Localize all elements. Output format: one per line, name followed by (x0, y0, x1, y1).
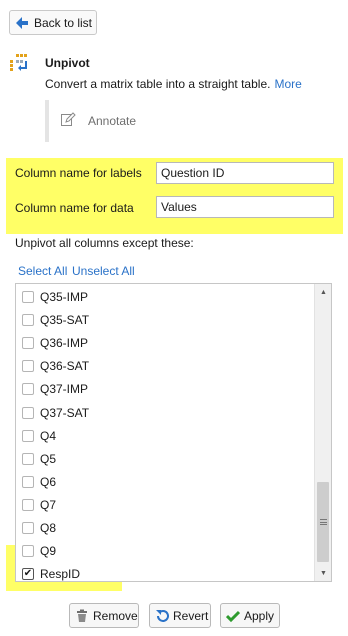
list-item[interactable]: Q37-SAT (22, 403, 89, 423)
checkbox[interactable] (22, 429, 34, 442)
column-name: RespID (40, 567, 81, 582)
list-item[interactable]: Q35-IMP (22, 287, 88, 307)
list-item[interactable]: Q35-SAT (22, 310, 89, 330)
checkbox[interactable]: ✔ (22, 568, 34, 581)
column-name: Q4 (40, 428, 57, 443)
list-item[interactable]: Q9 (22, 541, 56, 561)
list-item[interactable]: Q7 (22, 495, 56, 515)
checkbox[interactable] (22, 360, 34, 373)
checkmark-icon (226, 609, 240, 623)
back-to-list-label: Back to list (34, 15, 93, 30)
column-name: Q8 (40, 521, 57, 535)
list-item[interactable]: Q8 (22, 518, 56, 538)
undo-icon (155, 609, 169, 623)
grip-icon (319, 519, 327, 525)
list-item[interactable]: Q4 (22, 426, 56, 446)
column-name: Q37-IMP (40, 382, 89, 397)
tool-description-text: Convert a matrix table into a straight t… (45, 77, 271, 91)
list-item[interactable]: Q36-IMP (22, 333, 88, 353)
scroll-thumb[interactable] (317, 482, 329, 562)
data-column-label: Column name for data (15, 201, 134, 215)
column-name: Q36-IMP (40, 336, 89, 351)
labels-column-input[interactable] (156, 162, 334, 184)
list-item[interactable]: Q37-IMP (22, 379, 88, 399)
column-name: Q36-SAT (40, 359, 90, 374)
column-name: Q35-SAT (40, 313, 90, 328)
list-item[interactable]: Q5 (22, 449, 56, 469)
more-link[interactable]: More (274, 77, 301, 91)
checkbox[interactable] (22, 291, 34, 303)
arrow-left-icon (15, 16, 29, 30)
annotate-button[interactable]: Annotate (60, 111, 136, 130)
list-item[interactable]: Q6 (22, 472, 56, 492)
scroll-up-icon[interactable]: ▲ (315, 285, 331, 299)
apply-button[interactable]: Apply (220, 603, 280, 628)
checkbox[interactable] (22, 337, 34, 350)
column-name: Q35-IMP (40, 290, 89, 304)
list-item[interactable]: ✔ RespID (22, 564, 81, 582)
tool-title: Unpivot (45, 56, 90, 70)
annotate-divider (45, 100, 49, 142)
checkbox[interactable] (22, 383, 34, 396)
scroll-down-icon[interactable]: ▼ (315, 566, 331, 580)
column-name: Q37-SAT (40, 405, 90, 420)
checkbox[interactable] (22, 475, 34, 488)
checkbox[interactable] (22, 406, 34, 419)
tool-description: Convert a matrix table into a straight t… (45, 77, 302, 91)
apply-label: Apply (244, 608, 275, 623)
column-list[interactable]: ▲ ▼ Q35-IMP Q35-SAT Q36-IMP Q36-SAT Q37-IMP Q… (15, 283, 332, 582)
unselect-all-link[interactable]: Unselect All (72, 264, 135, 278)
column-name: Q7 (40, 497, 57, 512)
checkbox[interactable] (22, 498, 34, 511)
checkbox[interactable] (22, 545, 34, 558)
section-label: Unpivot all columns except these: (15, 236, 194, 250)
labels-column-label: Column name for labels (15, 166, 142, 180)
unpivot-panel: Back to list Unpivot Convert a matrix ta… (0, 0, 348, 636)
remove-label: Remove (93, 608, 138, 623)
back-to-list-button[interactable]: Back to list (9, 10, 97, 35)
checkbox[interactable] (22, 452, 34, 465)
list-item[interactable]: Q36-SAT (22, 356, 89, 376)
column-name: Q5 (40, 451, 57, 466)
data-column-input[interactable] (156, 196, 334, 218)
trash-icon (75, 609, 89, 623)
annotate-label: Annotate (88, 113, 137, 128)
revert-label: Revert (173, 608, 209, 623)
revert-button[interactable]: Revert (149, 603, 211, 628)
list-scrollbar[interactable]: ▲ ▼ (314, 284, 331, 581)
checkbox[interactable] (22, 522, 34, 534)
pencil-icon (60, 111, 76, 130)
column-name: Q9 (40, 544, 57, 559)
checkbox[interactable] (22, 314, 34, 327)
remove-button[interactable]: Remove (69, 603, 139, 628)
column-name: Q6 (40, 474, 57, 489)
unpivot-icon (9, 53, 31, 75)
select-all-link[interactable]: Select All (18, 264, 67, 278)
